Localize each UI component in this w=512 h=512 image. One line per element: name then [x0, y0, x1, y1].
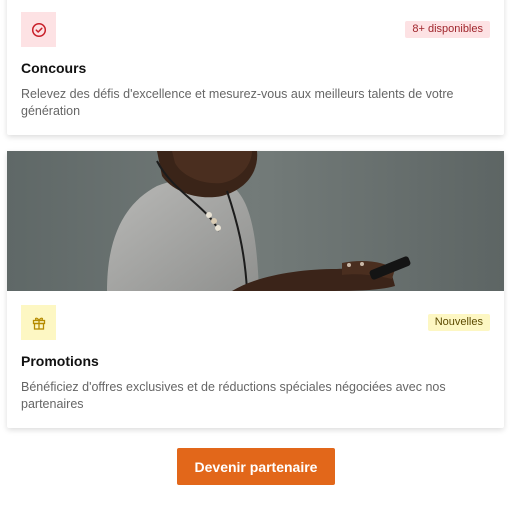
page: 8+ disponibles Concours Relevez des défi… — [0, 0, 512, 512]
card-title: Promotions — [21, 353, 99, 369]
card-description: Relevez des défis d'excellence et mesure… — [21, 87, 454, 118]
become-partner-button[interactable]: Devenir partenaire — [177, 448, 335, 485]
card-photo — [7, 151, 504, 291]
availability-badge: 8+ disponibles — [405, 21, 490, 38]
gift-icon — [32, 317, 45, 330]
check-circle-icon — [31, 22, 46, 37]
promotions-icon-box — [21, 305, 56, 340]
new-badge: Nouvelles — [427, 314, 490, 331]
concours-icon-box — [21, 12, 56, 47]
person-phone-photo — [7, 151, 504, 291]
card-concours[interactable]: 8+ disponibles Concours Relevez des défi… — [7, 0, 504, 135]
card-title: Concours — [21, 60, 87, 76]
card-description: Bénéficiez d'offres exclusives et de réd… — [21, 380, 446, 411]
card-promotions[interactable]: Nouvelles Promotions Bénéficiez d'offres… — [7, 151, 504, 428]
